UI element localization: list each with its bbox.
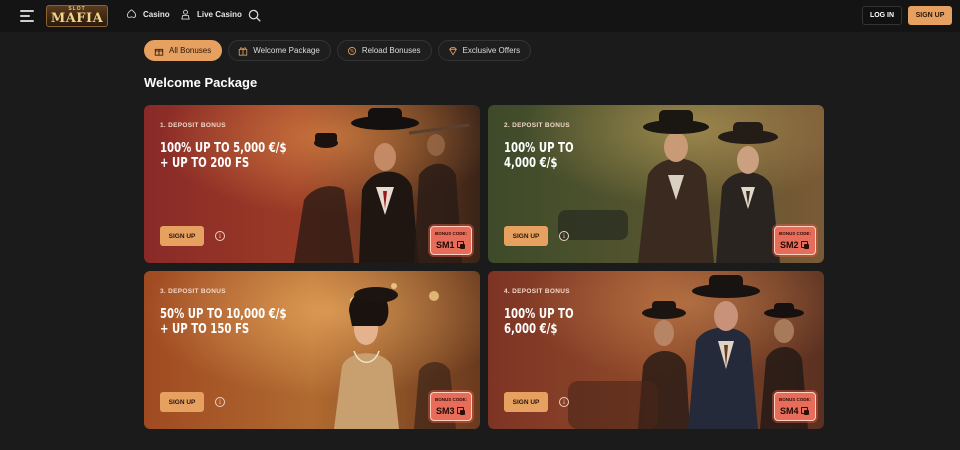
- card-signup-button[interactable]: SIGN UP: [160, 226, 204, 246]
- login-button[interactable]: LOG IN: [862, 6, 902, 25]
- signup-button[interactable]: SIGN UP: [908, 6, 952, 25]
- reload-icon: %: [347, 46, 356, 55]
- info-icon[interactable]: i: [559, 397, 569, 407]
- bonus-code-badge[interactable]: BONUS CODE: SM4: [774, 392, 816, 421]
- card-headline: 100% UP TO 4,000 €/$: [504, 141, 574, 171]
- tab-all-bonuses[interactable]: All Bonuses: [144, 40, 223, 61]
- tab-reload-bonuses-label: Reload Bonuses: [361, 46, 421, 55]
- diamond-icon: [448, 46, 457, 56]
- logo-main-text: MAFIA: [50, 11, 104, 26]
- bonus-code-value: SM2: [780, 240, 799, 250]
- bonus-code-value: SM3: [436, 406, 455, 416]
- tab-all-bonuses-label: All Bonuses: [169, 46, 212, 55]
- card-signup-button[interactable]: SIGN UP: [504, 226, 548, 246]
- live-dealer-icon: [181, 9, 190, 20]
- svg-text:%: %: [350, 48, 354, 53]
- tab-exclusive-offers[interactable]: Exclusive Offers: [437, 40, 532, 61]
- search-icon[interactable]: [248, 9, 261, 22]
- card-label: 1. DEPOSIT BONUS: [160, 122, 226, 129]
- card-headline: 100% UP TO 5,000 €/$ + UP TO 200 FS: [160, 141, 287, 171]
- card-label: 3. DEPOSIT BONUS: [160, 288, 226, 295]
- bonus-card: 1. DEPOSIT BONUS 100% UP TO 5,000 €/$ + …: [144, 105, 480, 263]
- card-label: 4. DEPOSIT BONUS: [504, 288, 570, 295]
- info-icon[interactable]: i: [559, 231, 569, 241]
- bonus-code-caption: BONUS CODE:: [434, 397, 467, 402]
- card-headline: 50% UP TO 10,000 €/$ + UP TO 150 FS: [160, 307, 287, 337]
- logo[interactable]: SLOT MAFIA: [46, 5, 108, 27]
- bonus-code-badge[interactable]: BONUS CODE: SM1: [430, 226, 472, 255]
- top-bar: SLOT MAFIA Casino Live Casino LOG IN SIG…: [0, 0, 960, 32]
- bonus-code-caption: BONUS CODE:: [778, 397, 811, 402]
- nav-casino[interactable]: Casino: [126, 9, 170, 20]
- gift-box-icon: [239, 46, 248, 56]
- card-signup-button[interactable]: SIGN UP: [160, 392, 204, 412]
- bonus-code-badge[interactable]: BONUS CODE: SM2: [774, 226, 816, 255]
- bonus-tabs: All Bonuses Welcome Package % Reload Bon…: [144, 40, 532, 61]
- copy-icon[interactable]: [457, 241, 465, 249]
- card-label: 2. DEPOSIT BONUS: [504, 122, 570, 129]
- bonus-card: 3. DEPOSIT BONUS 50% UP TO 10,000 €/$ + …: [144, 271, 480, 429]
- bonus-card: 4. DEPOSIT BONUS 100% UP TO 6,000 €/$ SI…: [488, 271, 824, 429]
- info-icon[interactable]: i: [215, 397, 225, 407]
- casino-icon: [126, 9, 137, 18]
- info-icon[interactable]: i: [215, 231, 225, 241]
- bonus-code-badge[interactable]: BONUS CODE: SM3: [430, 392, 472, 421]
- tab-exclusive-offers-label: Exclusive Offers: [462, 46, 521, 55]
- card-signup-button[interactable]: SIGN UP: [504, 392, 548, 412]
- nav-casino-label: Casino: [143, 10, 170, 19]
- section-title: Welcome Package: [144, 75, 258, 90]
- copy-icon[interactable]: [801, 241, 809, 249]
- bonus-code-caption: BONUS CODE:: [778, 231, 811, 236]
- tab-welcome-package[interactable]: Welcome Package: [228, 40, 331, 61]
- gift-icon: [154, 48, 164, 56]
- copy-icon[interactable]: [457, 407, 465, 415]
- tab-welcome-package-label: Welcome Package: [253, 46, 320, 55]
- bonus-code-value: SM4: [780, 406, 799, 416]
- copy-icon[interactable]: [801, 407, 809, 415]
- nav-live-casino-label: Live Casino: [197, 10, 242, 19]
- nav-live-casino[interactable]: Live Casino: [180, 9, 242, 20]
- tab-reload-bonuses[interactable]: % Reload Bonuses: [336, 40, 432, 61]
- bonus-code-value: SM1: [436, 240, 455, 250]
- menu-icon[interactable]: [20, 10, 34, 22]
- card-headline: 100% UP TO 6,000 €/$: [504, 307, 574, 337]
- bonus-code-caption: BONUS CODE:: [434, 231, 467, 236]
- bonus-card: 2. DEPOSIT BONUS 100% UP TO 4,000 €/$ SI…: [488, 105, 824, 263]
